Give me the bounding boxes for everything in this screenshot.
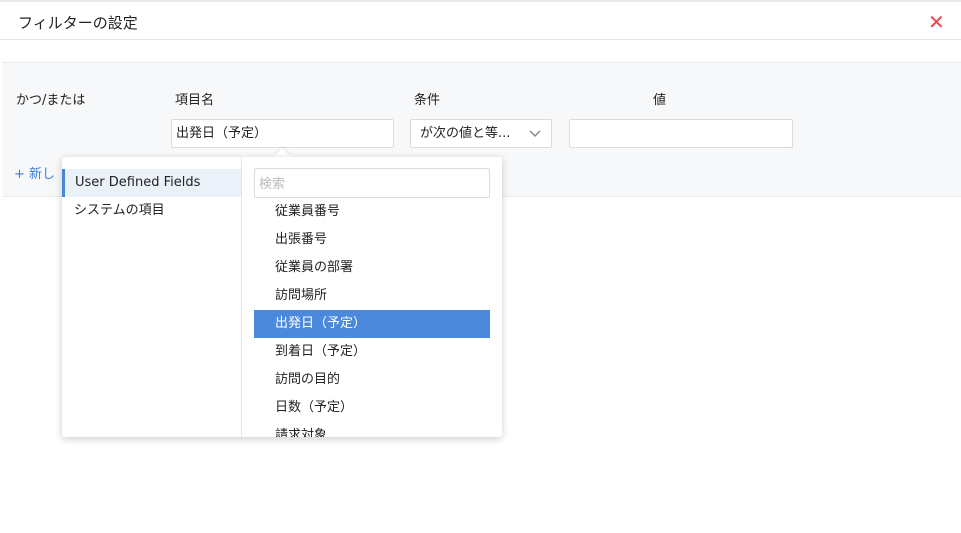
- list-item[interactable]: 請求対象: [254, 422, 490, 437]
- chevron-down-icon: [529, 130, 541, 138]
- field-list[interactable]: 従業員番号 出張番号 従業員の部署 訪問場所 出発日（予定） 到着日（予定） 訪…: [254, 198, 490, 437]
- condition-select[interactable]: が次の値と等...: [410, 119, 552, 148]
- close-icon[interactable]: ✕: [928, 10, 945, 34]
- search-input[interactable]: [254, 168, 490, 198]
- andor-header: かつ/または: [16, 93, 86, 108]
- field-select[interactable]: 出発日（予定）: [171, 119, 394, 148]
- list-item[interactable]: 訪問の目的: [254, 366, 490, 394]
- condition-header: 条件: [414, 93, 441, 108]
- list-item[interactable]: 従業員番号: [254, 198, 490, 226]
- field-header: 項目名: [175, 93, 215, 108]
- category-system[interactable]: システムの項目: [62, 197, 241, 225]
- list-item[interactable]: 従業員の部署: [254, 254, 490, 282]
- value-input[interactable]: [569, 119, 793, 148]
- field-dropdown: User Defined Fields システムの項目 従業員番号 出張番号 従…: [62, 157, 502, 437]
- value-header: 値: [653, 93, 667, 108]
- dialog-title: フィルターの設定: [18, 14, 138, 32]
- dialog-header: フィルターの設定 ✕: [0, 0, 961, 40]
- condition-value: が次の値と等...: [420, 126, 511, 141]
- list-item[interactable]: 到着日（予定）: [254, 338, 490, 366]
- add-condition-link[interactable]: + 新し: [14, 163, 55, 182]
- category-user-defined[interactable]: User Defined Fields: [62, 169, 241, 197]
- category-list: User Defined Fields システムの項目: [62, 157, 242, 437]
- list-item[interactable]: 出張番号: [254, 226, 490, 254]
- list-item[interactable]: 日数（予定）: [254, 394, 490, 422]
- list-item[interactable]: 訪問場所: [254, 282, 490, 310]
- list-item-selected[interactable]: 出発日（予定）: [254, 310, 490, 338]
